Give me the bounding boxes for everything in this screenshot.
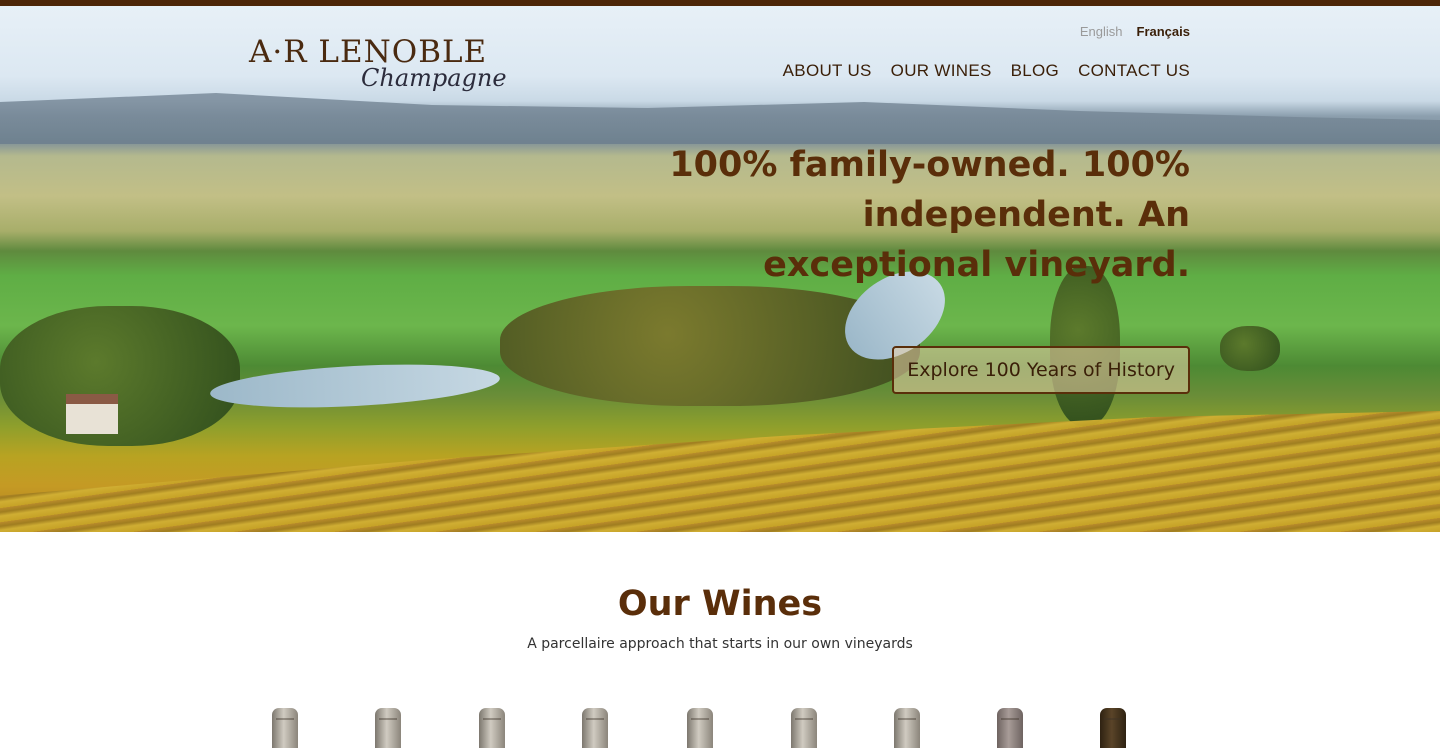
hero-river-left [209,358,501,414]
wine-bottle[interactable] [479,708,505,748]
main-nav: ABOUT US OUR WINES BLOG CONTACT US [783,61,1190,81]
hero-distant-hills [0,93,1440,144]
our-wines-subtitle: A parcellaire approach that starts in ou… [527,636,913,652]
language-switcher: English Français [1080,24,1190,39]
hero-house [66,394,118,434]
language-english-link[interactable]: English [1080,24,1123,39]
wine-bottle[interactable] [582,708,608,748]
hero-trees-left [0,306,240,446]
hero-headline: 100% family-owned. 100% independent. An … [669,145,1190,285]
wine-bottle-dark[interactable] [1100,708,1126,748]
nav-contact-us[interactable]: CONTACT US [1078,61,1190,81]
language-french-link[interactable]: Français [1137,24,1190,39]
brand-logo[interactable]: A·R LENOBLE Champagne [249,34,507,114]
wine-bottle[interactable] [375,708,401,748]
hero-vineyard-rows [0,411,1440,532]
wine-bottle[interactable] [894,708,920,748]
nav-our-wines[interactable]: OUR WINES [891,61,992,81]
explore-history-button[interactable]: Explore 100 Years of History [892,346,1190,394]
our-wines-title: Our Wines [617,584,823,624]
hero-tree-right [1220,326,1280,371]
wine-bottle-row [270,708,1150,748]
nav-blog[interactable]: BLOG [1011,61,1059,81]
wine-bottle-rose[interactable] [997,708,1023,748]
wine-bottle[interactable] [272,708,298,748]
logo-script: Champagne [361,64,507,92]
wine-bottle[interactable] [791,708,817,748]
nav-about-us[interactable]: ABOUT US [783,61,872,81]
wine-bottle[interactable] [687,708,713,748]
